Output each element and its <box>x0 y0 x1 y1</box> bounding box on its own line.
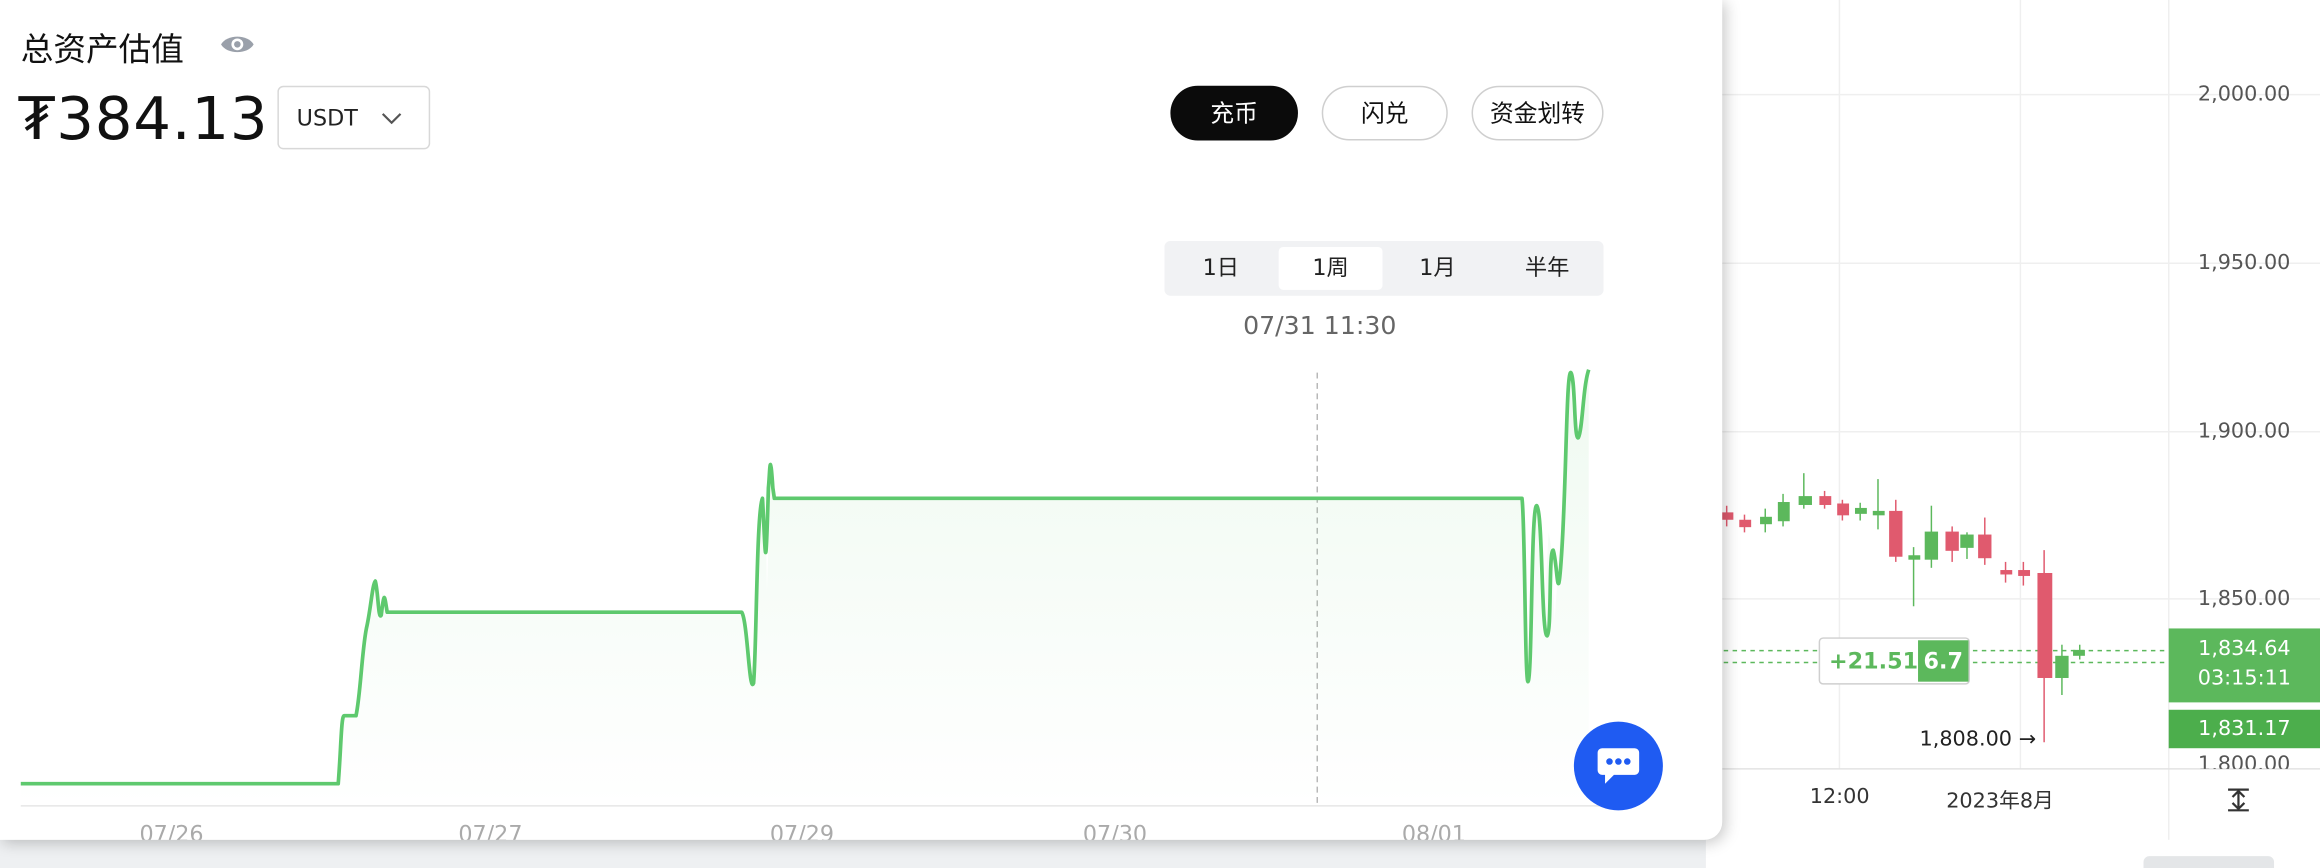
y-tick-2000: 2,000.00 <box>2197 82 2291 107</box>
candles <box>1721 473 2085 743</box>
y-tick-1950: 1,950.00 <box>2197 251 2291 276</box>
asset-overview-panel: 总资产估值 ₮384.13 USDT 充币 闪兑 资金划转 1日 1周 1月 半… <box>0 0 1723 840</box>
asset-line-chart[interactable] <box>0 0 1722 840</box>
x-label-0727: 07/27 <box>458 820 523 840</box>
chat-support-button[interactable] <box>1573 721 1663 811</box>
background-tab <box>2143 856 2275 868</box>
x-label-0801: 08/01 <box>1401 820 1466 840</box>
resize-handle-icon[interactable] <box>2228 788 2249 812</box>
y-tick-1900: 1,900.00 <box>2197 419 2291 444</box>
x-label-0730: 07/30 <box>1082 820 1148 840</box>
x-tick-1200: 12:00 <box>1809 785 1870 809</box>
asset-area-fill <box>20 369 1589 806</box>
chat-bubble-icon <box>1597 748 1640 784</box>
current-price-badge: 1,834.64 03:15:11 <box>2168 628 2320 703</box>
y-tick-1850: 1,850.00 <box>2197 587 2291 611</box>
x-tick-aug: 2023年8月 <box>1946 789 2054 814</box>
pnl-value: 6.7 <box>1918 640 1969 682</box>
x-label-0726: 07/26 <box>139 820 204 840</box>
screen: 2,000.00 1,950.00 1,900.00 1,850.00 1,80… <box>0 0 2320 868</box>
second-price-badge: 1,831.17 <box>2168 709 2320 749</box>
position-pnl-tag[interactable]: +21.51 6.7 <box>1818 637 1970 685</box>
x-label-0729: 07/29 <box>769 820 835 840</box>
current-price: 1,834.64 <box>2198 637 2291 661</box>
pnl-change: +21.51 <box>1829 647 1919 675</box>
candle-countdown: 03:15:11 <box>2197 666 2292 691</box>
low-price-marker: 1,808.00 → <box>1919 727 2037 752</box>
y-tick-1800: 1,800.00 <box>2197 754 2291 769</box>
